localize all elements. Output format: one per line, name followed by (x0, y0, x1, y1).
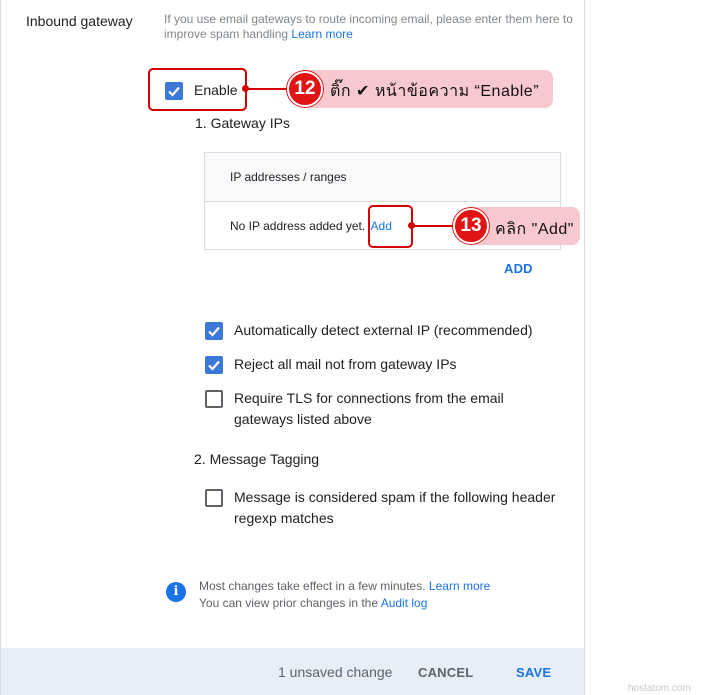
section-description: If you use email gateways to route incom… (164, 12, 584, 42)
ip-table-column-header: IP addresses / ranges (230, 170, 347, 184)
checkmark-icon (208, 360, 220, 371)
require-tls-label-line1: Require TLS for connections from the ema… (234, 390, 504, 406)
empty-text: No IP address added yet. (230, 219, 366, 233)
section-title: Inbound gateway (26, 13, 133, 29)
callout-13-connector (413, 225, 458, 227)
auto-detect-checkbox[interactable] (205, 322, 223, 340)
add-button[interactable]: ADD (504, 261, 533, 276)
ip-table-header: IP addresses / ranges (205, 153, 560, 202)
info-line2: You can view prior changes in the Audit … (199, 595, 427, 612)
save-bar: 1 unsaved change CANCEL SAVE (1, 648, 584, 695)
info-icon: i (166, 582, 186, 602)
reject-checkbox[interactable] (205, 356, 223, 374)
callout-12-text: ติ๊ก ✔ หน้าข้อความ “Enable” (330, 83, 540, 100)
reject-label: Reject all mail not from gateway IPs (234, 356, 457, 372)
audit-log-link[interactable]: Audit log (381, 596, 428, 610)
require-tls-checkbox[interactable] (205, 390, 223, 408)
enable-highlight-box (148, 68, 247, 111)
callout-13-dot (408, 222, 415, 229)
callout-13-text: คลิก "Add" (495, 221, 574, 238)
info-text-1: Most changes take effect in a few minute… (199, 579, 426, 593)
watermark: hostatom.com (628, 683, 691, 694)
info-text-2: You can view prior changes in the (199, 596, 379, 610)
step-13-badge: 13 (453, 208, 489, 244)
save-button[interactable]: SAVE (516, 665, 551, 680)
spam-header-label-line1: Message is considered spam if the follow… (234, 489, 556, 505)
description-text: If you use email gateways to route incom… (164, 12, 573, 41)
step-12-badge: 12 (287, 71, 323, 107)
spam-header-label-line2: regexp matches (234, 510, 334, 526)
callout-12-bubble: ติ๊ก ✔ หน้าข้อความ “Enable” (300, 70, 553, 108)
message-tagging-heading: 2. Message Tagging (194, 451, 320, 467)
spam-header-checkbox[interactable] (205, 489, 223, 507)
checkmark-icon (208, 326, 220, 337)
cancel-button[interactable]: CANCEL (418, 665, 473, 680)
unsaved-changes-text: 1 unsaved change (278, 664, 393, 680)
info-learn-more-link[interactable]: Learn more (429, 579, 490, 593)
add-link-highlight-box (368, 205, 413, 248)
auto-detect-label: Automatically detect external IP (recomm… (234, 322, 533, 338)
info-line1: Most changes take effect in a few minute… (199, 578, 490, 595)
callout-12-dot (242, 85, 249, 92)
gateway-ips-heading: 1. Gateway IPs (195, 115, 290, 131)
require-tls-label-line2: gateways listed above (234, 411, 372, 427)
learn-more-link[interactable]: Learn more (291, 27, 352, 41)
